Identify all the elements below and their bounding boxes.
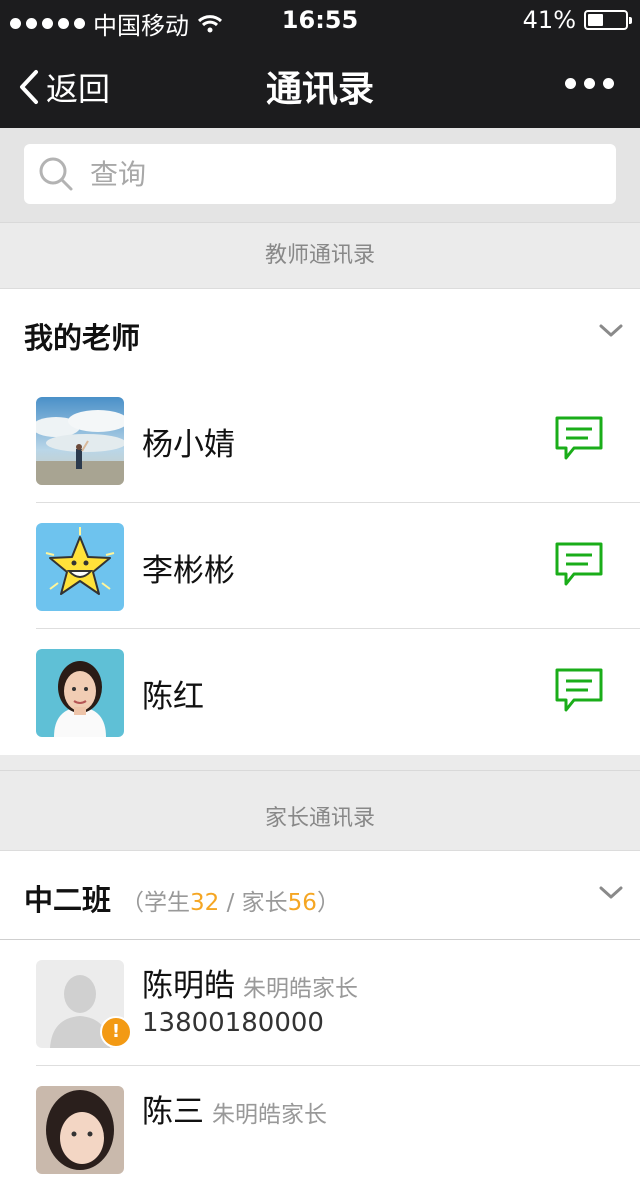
group-title: 我的老师	[24, 321, 141, 355]
parent-name-line: 陈三 朱明皓家长	[142, 1086, 327, 1131]
avatar	[36, 649, 124, 737]
more-button[interactable]	[565, 78, 614, 89]
teacher-name: 杨小婧	[142, 427, 235, 463]
teacher-name: 陈红	[142, 679, 204, 715]
counts-open: （学生	[121, 890, 191, 916]
list-item[interactable]: 陈红	[0, 629, 640, 755]
navigation-bar: 返回 通讯录	[0, 40, 640, 128]
status-bar: 中国移动 16:55 41%	[0, 0, 640, 40]
class-counts: （学生32 / 家长56）	[121, 890, 340, 916]
battery-fill	[588, 14, 603, 26]
chevron-down-icon	[599, 324, 623, 337]
chevron-down-icon	[599, 886, 623, 899]
battery-icon	[584, 10, 632, 30]
search-box[interactable]	[24, 144, 616, 204]
warning-badge-icon: !	[100, 1016, 132, 1048]
counts-sep: / 家长	[219, 890, 288, 916]
parent-name: 陈明皓	[142, 968, 235, 1004]
group-header-my-teachers[interactable]: 我的老师	[0, 288, 640, 378]
counts-close: ）	[316, 890, 340, 916]
teacher-section-header: 教师通讯录	[0, 222, 640, 288]
list-item[interactable]: 杨小婧	[0, 377, 640, 503]
parent-name-line: 陈明皓 朱明皓家长	[142, 960, 358, 1005]
parent-relation: 朱明皓家长	[212, 1102, 327, 1128]
search-area	[0, 128, 640, 222]
parent-section-header: 家长通讯录	[0, 770, 640, 850]
parent-relation: 朱明皓家长	[243, 976, 358, 1002]
battery-percent: 41%	[522, 6, 576, 34]
list-item[interactable]: 陈三 朱明皓家长	[0, 1066, 640, 1192]
student-count: 32	[190, 890, 220, 916]
phone-number[interactable]: 13800180000	[142, 1008, 324, 1038]
parent-count: 56	[287, 890, 317, 916]
message-icon[interactable]	[554, 667, 604, 715]
page-title: 通讯录	[265, 69, 374, 110]
message-icon[interactable]	[554, 541, 604, 589]
search-input[interactable]	[88, 156, 572, 192]
class-name: 中二班	[24, 883, 112, 917]
parent-name: 陈三	[142, 1094, 204, 1130]
group-header-class[interactable]: 中二班 （学生32 / 家长56）	[0, 850, 640, 940]
teacher-name: 李彬彬	[142, 553, 235, 589]
list-item[interactable]: 李彬彬	[0, 503, 640, 629]
avatar	[36, 397, 124, 485]
search-icon	[39, 157, 73, 191]
class-title: 中二班 （学生32 / 家长56）	[24, 877, 340, 919]
message-icon[interactable]	[554, 415, 604, 463]
avatar	[36, 1086, 124, 1174]
avatar	[36, 523, 124, 611]
list-item[interactable]: 陈明皓 朱明皓家长 13800180000	[0, 940, 640, 1066]
